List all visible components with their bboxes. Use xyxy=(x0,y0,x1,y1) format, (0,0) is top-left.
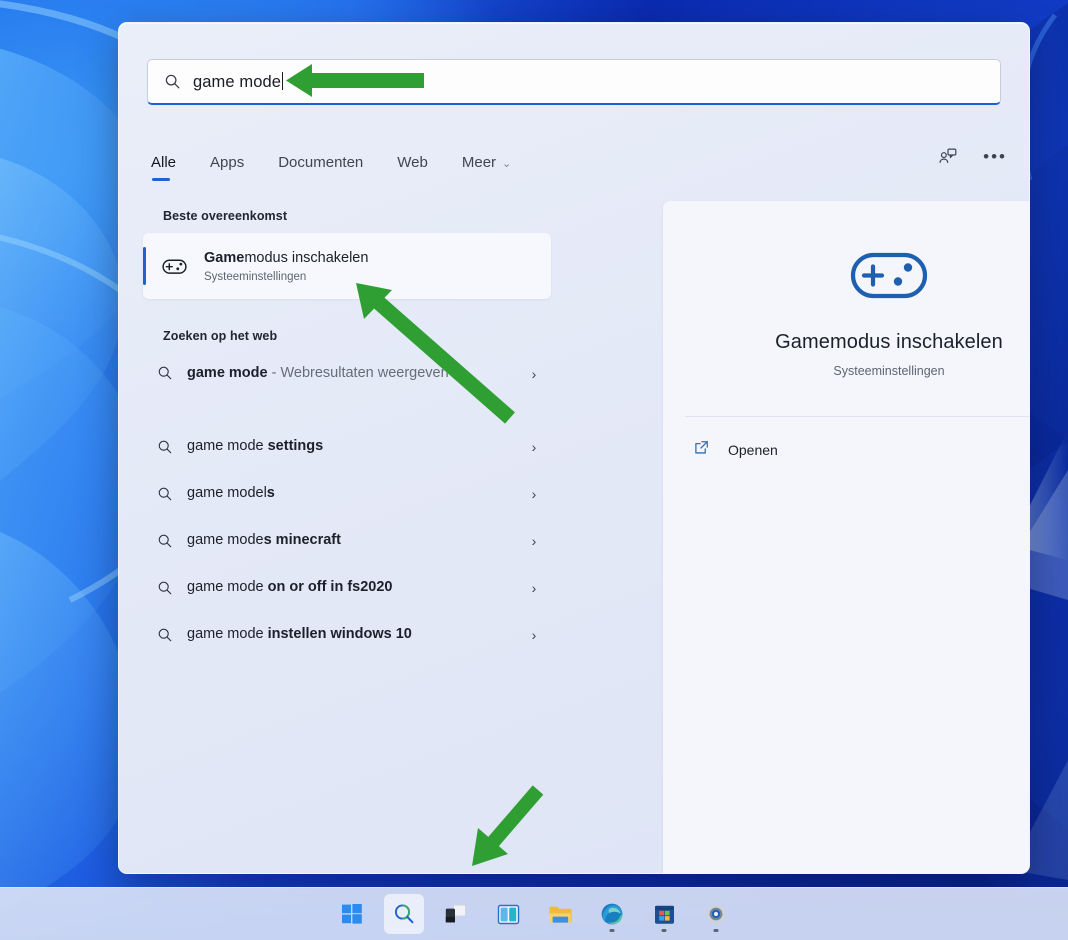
task-view-icon xyxy=(445,904,466,923)
tab-meer-label: Meer xyxy=(461,153,497,171)
search-query-text: game mode xyxy=(193,72,282,91)
taskbar-task-view-button[interactable] xyxy=(436,894,476,934)
web-result-label: game mode - Webresultaten weergeven xyxy=(187,363,517,384)
open-external-icon xyxy=(693,439,710,461)
tab-meer[interactable]: Meer ⌄ xyxy=(460,150,513,181)
store-icon xyxy=(654,905,674,924)
running-indicator xyxy=(661,929,667,932)
screen: game mode Alle Apps Documenten Web Meer ⌄ xyxy=(0,0,1068,940)
search-icon xyxy=(394,904,414,924)
edge-icon xyxy=(601,903,623,925)
ellipsis-icon[interactable]: ••• xyxy=(983,148,1007,165)
search-icon xyxy=(143,486,187,502)
tab-alle-label: Alle xyxy=(151,153,177,171)
taskbar-settings-button[interactable] xyxy=(696,894,736,934)
web-result-label: game models xyxy=(187,483,517,504)
web-result-label: game mode instellen windows 10 xyxy=(187,624,517,645)
open-action-label: Openen xyxy=(728,442,778,458)
best-match-row[interactable]: Gamemodus inschakelen Systeeminstellinge… xyxy=(143,233,551,299)
search-icon xyxy=(143,580,187,596)
running-indicator xyxy=(713,929,719,932)
chevron-down-icon: ⌄ xyxy=(502,157,512,170)
taskbar-search-button[interactable] xyxy=(384,894,424,934)
web-result-3-bold: s minecraft xyxy=(263,531,341,548)
search-flyout-panel: game mode Alle Apps Documenten Web Meer ⌄ xyxy=(118,22,1030,874)
web-result-row[interactable]: game mode on or off in fs2020 › xyxy=(143,564,551,611)
web-search-header: Zoeken op het web xyxy=(163,329,278,343)
tab-apps-label: Apps xyxy=(210,153,245,171)
web-result-row[interactable]: game mode instellen windows 10 › xyxy=(143,611,551,658)
web-result-row[interactable]: game mode settings › xyxy=(143,423,551,470)
web-result-3-normal: game mode xyxy=(187,531,264,548)
chevron-right-icon: › xyxy=(531,366,537,382)
web-result-label: game modes minecraft xyxy=(187,530,517,551)
web-result-2-normal: game model xyxy=(187,484,267,501)
widgets-icon xyxy=(497,904,519,924)
web-result-label: game mode on or off in fs2020 xyxy=(187,577,517,598)
best-match-header: Beste overeenkomst xyxy=(163,209,288,223)
windows-logo-icon xyxy=(342,904,362,924)
flyout-toolbar: ••• xyxy=(937,145,1007,167)
web-result-1-bold: settings xyxy=(267,437,324,454)
web-result-0-muted: - Webresultaten weergeven xyxy=(267,365,449,381)
filter-tabs: Alle Apps Documenten Web Meer ⌄ xyxy=(149,143,999,187)
preview-pane: Gamemodus inschakelen Systeeminstellinge… xyxy=(663,201,1029,873)
chevron-right-icon: › xyxy=(531,532,537,549)
person-chat-icon[interactable] xyxy=(937,145,959,167)
web-result-1-normal: game mode xyxy=(187,437,268,454)
web-result-row[interactable]: game models › xyxy=(143,470,551,517)
search-icon xyxy=(164,73,181,90)
running-indicator xyxy=(609,929,615,932)
web-result-5-bold: instellen windows 10 xyxy=(267,625,412,642)
web-result-4-bold: on or off in fs2020 xyxy=(267,578,393,595)
tab-documenten-label: Documenten xyxy=(278,153,364,171)
web-result-row[interactable]: game modes minecraft › xyxy=(143,517,551,564)
best-match-title-bold: Game xyxy=(204,250,245,267)
tab-web-label: Web xyxy=(397,153,428,171)
chevron-right-icon: › xyxy=(531,485,537,502)
gear-icon xyxy=(705,903,727,926)
chevron-right-icon: › xyxy=(531,579,537,596)
best-match-title: Gamemodus inschakelen xyxy=(204,249,368,267)
search-icon xyxy=(143,533,187,549)
web-result-0-bold: game mode xyxy=(187,365,268,381)
preview-subtitle: Systeeminstellingen xyxy=(833,364,945,378)
folder-icon xyxy=(549,906,572,923)
game-controller-icon xyxy=(161,253,188,280)
chevron-right-icon: › xyxy=(531,626,537,643)
taskbar-start-button[interactable] xyxy=(332,894,372,934)
preview-title: Gamemodus inschakelen xyxy=(775,331,1003,353)
search-icon xyxy=(143,439,187,455)
taskbar-edge-button[interactable] xyxy=(592,894,632,934)
preview-divider xyxy=(685,416,1029,417)
web-result-5-normal: game mode xyxy=(187,625,268,642)
web-result-4-normal: game mode xyxy=(187,578,268,595)
best-match-subtitle: Systeeminstellingen xyxy=(204,270,307,283)
web-result-row[interactable]: game mode - Webresultaten weergeven › xyxy=(143,353,551,423)
tab-alle[interactable]: Alle xyxy=(149,150,178,181)
results-column: Beste overeenkomst Gamemodus inschakelen… xyxy=(143,201,551,658)
taskbar-file-explorer-button[interactable] xyxy=(540,894,580,934)
taskbar-store-button[interactable] xyxy=(644,894,684,934)
best-match-title-rest: modus inschakelen xyxy=(244,250,369,267)
game-controller-icon xyxy=(847,245,931,305)
open-action-row[interactable]: Openen xyxy=(693,439,1029,461)
tab-documenten[interactable]: Documenten xyxy=(276,150,365,181)
web-result-label: game mode settings xyxy=(187,436,517,457)
taskbar xyxy=(0,887,1068,940)
search-input[interactable]: game mode xyxy=(147,59,1001,105)
text-caret xyxy=(282,71,284,90)
tab-web[interactable]: Web xyxy=(395,150,430,181)
taskbar-widgets-button[interactable] xyxy=(488,894,528,934)
search-icon xyxy=(143,363,187,381)
chevron-right-icon: › xyxy=(531,438,537,455)
tab-apps[interactable]: Apps xyxy=(208,150,246,181)
web-result-2-bold: s xyxy=(266,484,275,501)
search-icon xyxy=(143,627,187,643)
